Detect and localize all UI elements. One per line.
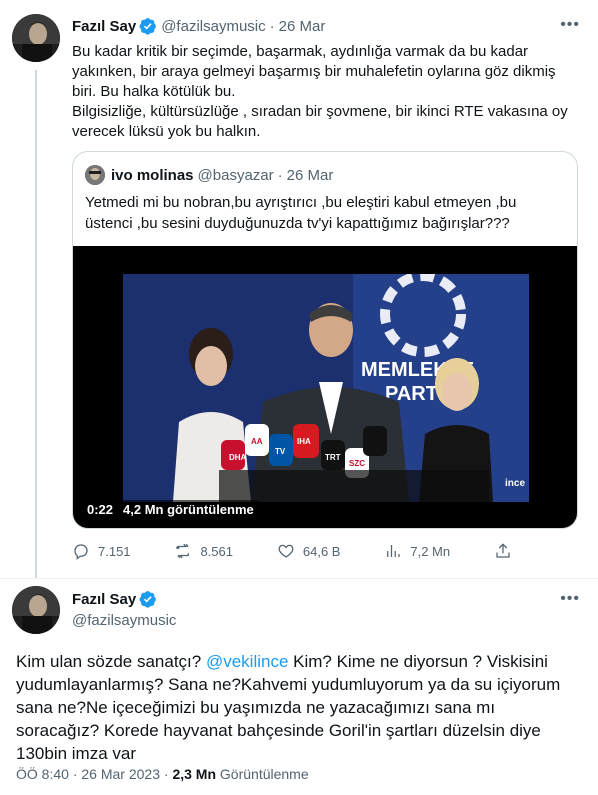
video-duration: 0:22 [87, 502, 114, 517]
more-icon[interactable]: ••• [560, 16, 580, 34]
video-watermark: ince [505, 478, 525, 489]
views-button[interactable]: 7,2 Mn [384, 540, 450, 562]
more-icon[interactable]: ••• [560, 590, 580, 608]
author-name[interactable]: Fazıl Say [72, 591, 136, 608]
video-views: 4,2 Mn görüntülenme [123, 502, 254, 517]
reply-count: 7.151 [98, 543, 131, 559]
mic-label: DHA [229, 453, 247, 462]
avatar[interactable] [12, 14, 60, 62]
like-icon [278, 544, 294, 558]
tweet-text: Bu kadar kritik bir seçimde, başarmak, a… [72, 42, 572, 142]
mic-label: AA [251, 437, 263, 446]
quoted-tweet-date: 26 Mar [286, 166, 334, 184]
tweet-time[interactable]: ÖÖ 8:40 [16, 766, 69, 782]
verified-badge-icon [139, 590, 157, 608]
reply-icon [74, 544, 88, 560]
retweet-icon [176, 543, 190, 559]
quoted-tweet-card[interactable]: ivo molinas @basyazar · 26 Mar Yetmedi m… [72, 151, 578, 529]
author-handle[interactable]: @fazilsaymusic [161, 18, 265, 35]
video-player[interactable]: MEMLEKET PARTISI DHA AA TV IHA TRT SZC i… [73, 246, 577, 528]
quoted-tweet-header: ivo molinas @basyazar · 26 Mar [85, 164, 333, 186]
separator-dot: · [269, 17, 275, 35]
mic-label: IHA [297, 437, 311, 446]
quoted-author-handle: @basyazar [197, 166, 274, 184]
tweet-header: Fazıl Say [72, 590, 157, 608]
author-handle[interactable]: @fazilsaymusic [72, 612, 176, 629]
thread-connector-line [35, 70, 37, 578]
mic-label: SZC [349, 459, 365, 468]
mention-link[interactable]: @vekilince [206, 652, 288, 671]
quoted-tweet-text: Yetmedi mi bu nobran,bu ayrıştırıcı ,bu … [85, 194, 517, 232]
reply-button[interactable]: 7.151 [72, 540, 131, 562]
mic-label: TRT [325, 453, 341, 462]
tweet-metadata: ÖÖ 8:40 · 26 Mar 2023 · 2,3 Mn Görüntüle… [16, 766, 309, 782]
tweet-action-bar: 7.151 8.561 64,6 B 7,2 Mn [72, 540, 512, 562]
views-icon [387, 545, 400, 557]
separator-dot: · [277, 166, 283, 184]
retweet-button[interactable]: 8.561 [174, 540, 233, 562]
tweet-header: Fazıl Say @fazilsaymusic · 26 Mar [72, 16, 325, 36]
video-thumbnail: MEMLEKET PARTISI DHA AA TV IHA TRT SZC i… [123, 274, 529, 502]
quoted-author-name: ivo molinas [111, 166, 194, 184]
tweet-view-label: Görüntülenme [219, 766, 309, 782]
tweet-text-paragraph: Bilgisizliğe, kültürsüzlüğe , sıradan bi… [72, 103, 568, 140]
divider [0, 578, 598, 579]
share-button[interactable] [494, 540, 512, 562]
share-icon [496, 543, 510, 558]
quoted-avatar [85, 165, 105, 185]
verified-badge-icon [139, 17, 157, 35]
tweet-view-count: 2,3 Mn [172, 766, 217, 782]
video-info-badge: 0:22 4,2 Mn görüntülenme [81, 500, 260, 519]
author-name[interactable]: Fazıl Say [72, 18, 136, 35]
avatar[interactable] [12, 586, 60, 634]
tweet-text-segment: Kim ulan sözde sanatçı? [16, 652, 206, 671]
like-button[interactable]: 64,6 B [277, 540, 341, 562]
mic-label: TV [275, 447, 286, 456]
like-count: 64,6 B [302, 543, 341, 559]
tweet-full-date[interactable]: 26 Mar 2023 [81, 766, 160, 782]
views-count: 7,2 Mn [410, 543, 451, 559]
tweet-date[interactable]: 26 Mar [279, 18, 326, 35]
tweet-text-paragraph: Bu kadar kritik bir seçimde, başarmak, a… [72, 43, 556, 100]
tweet-text: Kim ulan sözde sanatçı? @vekilince Kim? … [16, 650, 576, 765]
retweet-count: 8.561 [200, 543, 233, 559]
